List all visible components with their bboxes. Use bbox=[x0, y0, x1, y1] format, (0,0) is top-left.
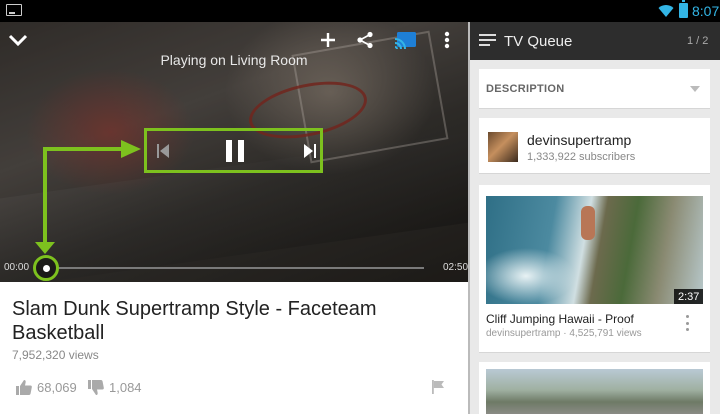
tv-queue-panel: TV Queue 1 / 2 DESCRIPTION devinsupertra… bbox=[470, 22, 720, 414]
seek-bar[interactable] bbox=[58, 267, 424, 269]
more-vert-icon[interactable] bbox=[437, 28, 457, 52]
seek-handle-dot bbox=[43, 265, 50, 272]
annotation-arrow-right bbox=[121, 140, 141, 158]
playback-controls-highlight bbox=[144, 128, 323, 173]
expand-caret-icon bbox=[690, 86, 700, 92]
time-current: 00:00 bbox=[4, 262, 30, 273]
screen-cast-notification-icon bbox=[6, 4, 22, 16]
queue-list-icon[interactable] bbox=[479, 33, 496, 47]
cast-icon[interactable] bbox=[393, 28, 419, 52]
annotation-arrow-down bbox=[35, 242, 55, 254]
channel-avatar[interactable] bbox=[488, 132, 518, 162]
seek-handle[interactable] bbox=[33, 255, 59, 281]
dislike-button[interactable]: 1,084 bbox=[88, 380, 142, 395]
queue-video-card[interactable] bbox=[479, 362, 710, 414]
pause-icon[interactable] bbox=[223, 131, 247, 170]
status-time: 8:07 bbox=[692, 3, 720, 19]
status-bar: 8:07 bbox=[0, 0, 720, 22]
queue-video-title: Cliff Jumping Hawaii - Proof bbox=[486, 312, 634, 326]
like-button[interactable]: 68,069 bbox=[16, 380, 77, 395]
chevron-down-icon[interactable] bbox=[6, 28, 30, 52]
thumbs-down-icon bbox=[88, 380, 104, 395]
channel-name: devinsupertramp bbox=[527, 132, 632, 148]
skip-next-icon[interactable] bbox=[300, 131, 320, 170]
queue-video-meta: devinsupertramp · 4,525,791 views bbox=[486, 328, 642, 339]
thumbs-up-icon bbox=[16, 380, 32, 395]
video-info-panel: Slam Dunk Supertramp Style - Faceteam Ba… bbox=[0, 282, 468, 414]
skip-previous-icon[interactable] bbox=[153, 131, 173, 170]
wifi-icon bbox=[658, 5, 674, 18]
annotation-line bbox=[43, 147, 125, 151]
flag-icon[interactable] bbox=[431, 380, 445, 399]
queue-position: 1 / 2 bbox=[687, 35, 709, 47]
queue-video-card[interactable]: 2:37 Cliff Jumping Hawaii - Proof devins… bbox=[479, 185, 710, 353]
subscriber-count: 1,333,922 subscribers bbox=[527, 151, 636, 163]
casting-status: Playing on Living Room bbox=[160, 52, 308, 68]
queue-title: TV Queue bbox=[504, 33, 573, 50]
view-count: 7,952,320 views bbox=[12, 348, 99, 362]
video-thumbnail[interactable]: 2:37 bbox=[486, 196, 703, 304]
more-vert-icon[interactable] bbox=[684, 315, 690, 331]
time-total: 02:50 bbox=[443, 262, 468, 273]
channel-card[interactable]: devinsupertramp 1,333,922 subscribers bbox=[479, 118, 710, 174]
description-label: DESCRIPTION bbox=[486, 83, 565, 95]
queue-header: TV Queue 1 / 2 bbox=[470, 22, 720, 60]
battery-icon bbox=[679, 0, 688, 18]
video-title: Slam Dunk Supertramp Style - Faceteam Ba… bbox=[12, 298, 377, 344]
share-icon[interactable] bbox=[353, 28, 377, 52]
video-duration: 2:37 bbox=[674, 289, 703, 304]
plus-icon[interactable] bbox=[316, 28, 340, 52]
video-thumbnail[interactable] bbox=[486, 369, 703, 414]
description-card[interactable]: DESCRIPTION bbox=[479, 69, 710, 109]
dislike-count: 1,084 bbox=[109, 380, 142, 395]
annotation-line bbox=[43, 147, 47, 247]
like-count: 68,069 bbox=[37, 380, 77, 395]
video-player[interactable]: Playing on Living Room 00:00 02:50 bbox=[0, 22, 468, 282]
